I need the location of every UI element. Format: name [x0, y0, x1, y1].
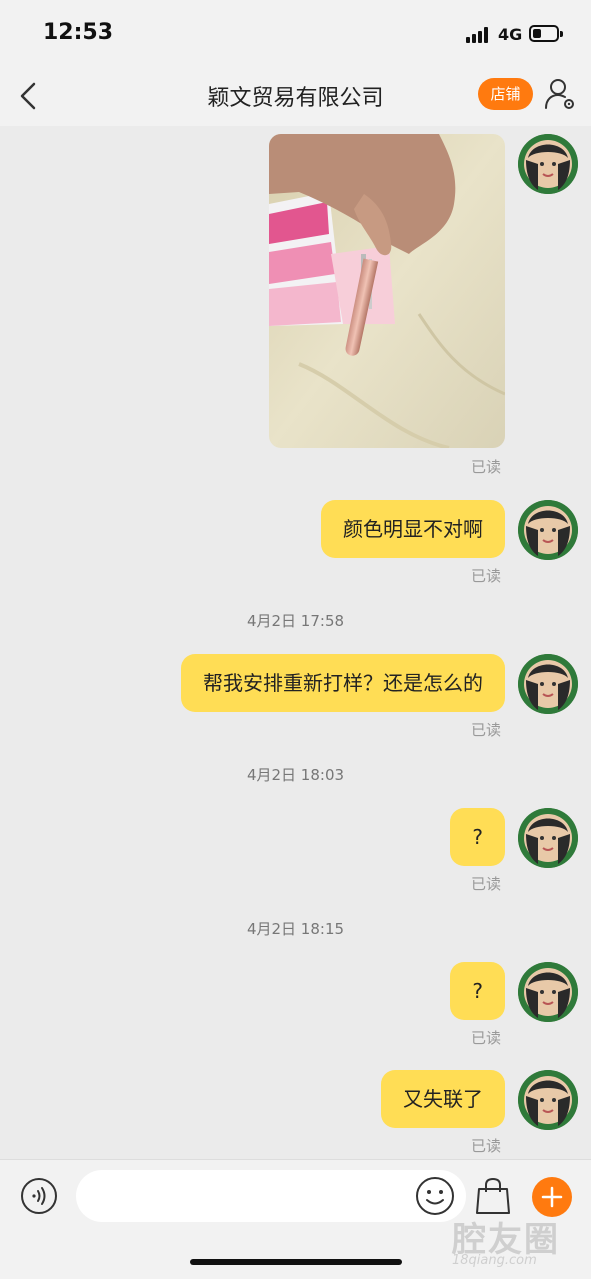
back-button[interactable] — [14, 76, 48, 116]
product-button[interactable] — [474, 1176, 512, 1216]
profile-settings-button[interactable] — [542, 76, 578, 112]
home-indicator[interactable] — [190, 1259, 402, 1265]
message-input[interactable] — [76, 1170, 466, 1222]
profile-settings-icon — [545, 79, 574, 109]
shopping-bag-icon — [476, 1177, 510, 1214]
battery-icon — [529, 25, 563, 42]
chat-header: 颖文贸易有限公司 店铺 — [0, 66, 591, 126]
emoji-icon — [416, 1177, 454, 1215]
status-time: 12:53 — [43, 20, 114, 45]
message-timestamp: 4月2日 18:15 — [246, 920, 345, 938]
network-type: 4G — [498, 25, 523, 44]
message-bubble[interactable]: 颜色明显不对啊 — [321, 500, 505, 558]
voice-button[interactable] — [20, 1177, 58, 1215]
more-button[interactable] — [532, 1177, 572, 1217]
read-status: 已读 — [471, 875, 502, 893]
signal-icon — [466, 27, 492, 43]
shop-button[interactable]: 店铺 — [478, 78, 533, 110]
read-status: 已读 — [471, 721, 502, 739]
message-bubble[interactable]: ? — [450, 962, 505, 1020]
avatar[interactable] — [518, 654, 578, 714]
avatar[interactable] — [518, 1070, 578, 1130]
avatar[interactable] — [518, 962, 578, 1022]
message-bubble[interactable]: 又失联了 — [381, 1070, 505, 1128]
message-timestamp: 4月2日 17:58 — [246, 612, 345, 630]
read-status: 已读 — [471, 1029, 502, 1047]
back-icon — [20, 82, 36, 110]
emoji-button[interactable] — [414, 1175, 456, 1217]
plus-icon — [541, 1186, 563, 1208]
read-status: 已读 — [471, 1137, 502, 1155]
message-bubble[interactable]: 帮我安排重新打样？还是怎么的 — [181, 654, 505, 712]
status-bar: 12:53 4G — [0, 0, 591, 66]
watermark-url: 18qiang.com — [452, 1253, 537, 1268]
message-image[interactable] — [269, 134, 505, 448]
avatar[interactable] — [518, 134, 578, 194]
read-status: 已读 — [471, 567, 502, 585]
message-timestamp: 4月2日 18:03 — [246, 766, 345, 784]
voice-icon — [21, 1178, 57, 1214]
avatar[interactable] — [518, 500, 578, 560]
message-bubble[interactable]: ? — [450, 808, 505, 866]
avatar[interactable] — [518, 808, 578, 868]
read-status: 已读 — [471, 458, 502, 476]
chat-area[interactable]: 已读 颜色明显不对啊 已读 4月2日 17:58 帮我安排重新打样？还是怎么的 … — [0, 126, 591, 1159]
